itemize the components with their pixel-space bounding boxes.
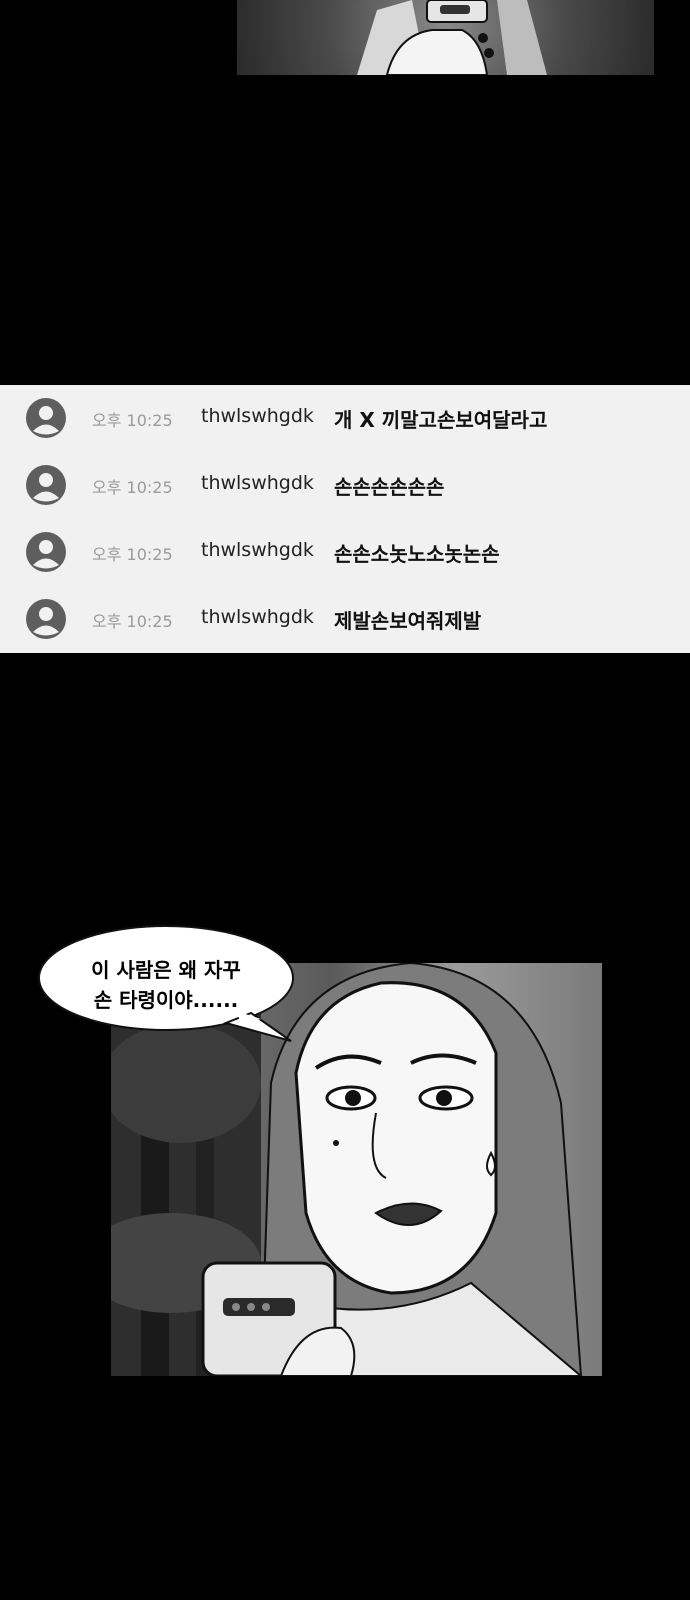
user-avatar-icon <box>26 465 66 505</box>
message-time: 오후 10:25 <box>92 411 173 430</box>
speech-bubble-text: 이 사람은 왜 자꾸 손 타령이야...... <box>36 955 296 1015</box>
chat-message: 오후 10:25 thwlswhgdk 개 X 끼말고손보여달라고 <box>0 385 690 452</box>
message-username: thwlswhgdk <box>201 405 314 427</box>
message-text: 개 X 끼말고손보여달라고 <box>334 408 548 432</box>
chat-log: 오후 10:25 thwlswhgdk 개 X 끼말고손보여달라고 오후 10:… <box>0 385 690 653</box>
user-avatar-icon <box>26 532 66 572</box>
message-username: thwlswhgdk <box>201 539 314 561</box>
speech-line: 손 타령이야...... <box>93 988 239 1012</box>
top-comic-panel <box>237 0 654 75</box>
chat-message: 오후 10:25 thwlswhgdk 제발손보여줘제발 <box>0 586 690 653</box>
message-text: 손손소놋노소놋논손 <box>334 542 500 566</box>
message-text: 제발손보여줘제발 <box>334 609 482 633</box>
user-avatar-icon <box>26 398 66 438</box>
message-username: thwlswhgdk <box>201 606 314 628</box>
message-time: 오후 10:25 <box>92 545 173 564</box>
phone-in-hands-illustration <box>357 0 547 75</box>
chat-message: 오후 10:25 thwlswhgdk 손손손손손손 <box>0 452 690 519</box>
message-username: thwlswhgdk <box>201 472 314 494</box>
message-text: 손손손손손손 <box>334 475 445 499</box>
message-time: 오후 10:25 <box>92 612 173 631</box>
speech-line: 이 사람은 왜 자꾸 <box>91 958 241 982</box>
message-time: 오후 10:25 <box>92 478 173 497</box>
user-avatar-icon <box>26 599 66 639</box>
chat-message: 오후 10:25 thwlswhgdk 손손소놋노소놋논손 <box>0 519 690 586</box>
